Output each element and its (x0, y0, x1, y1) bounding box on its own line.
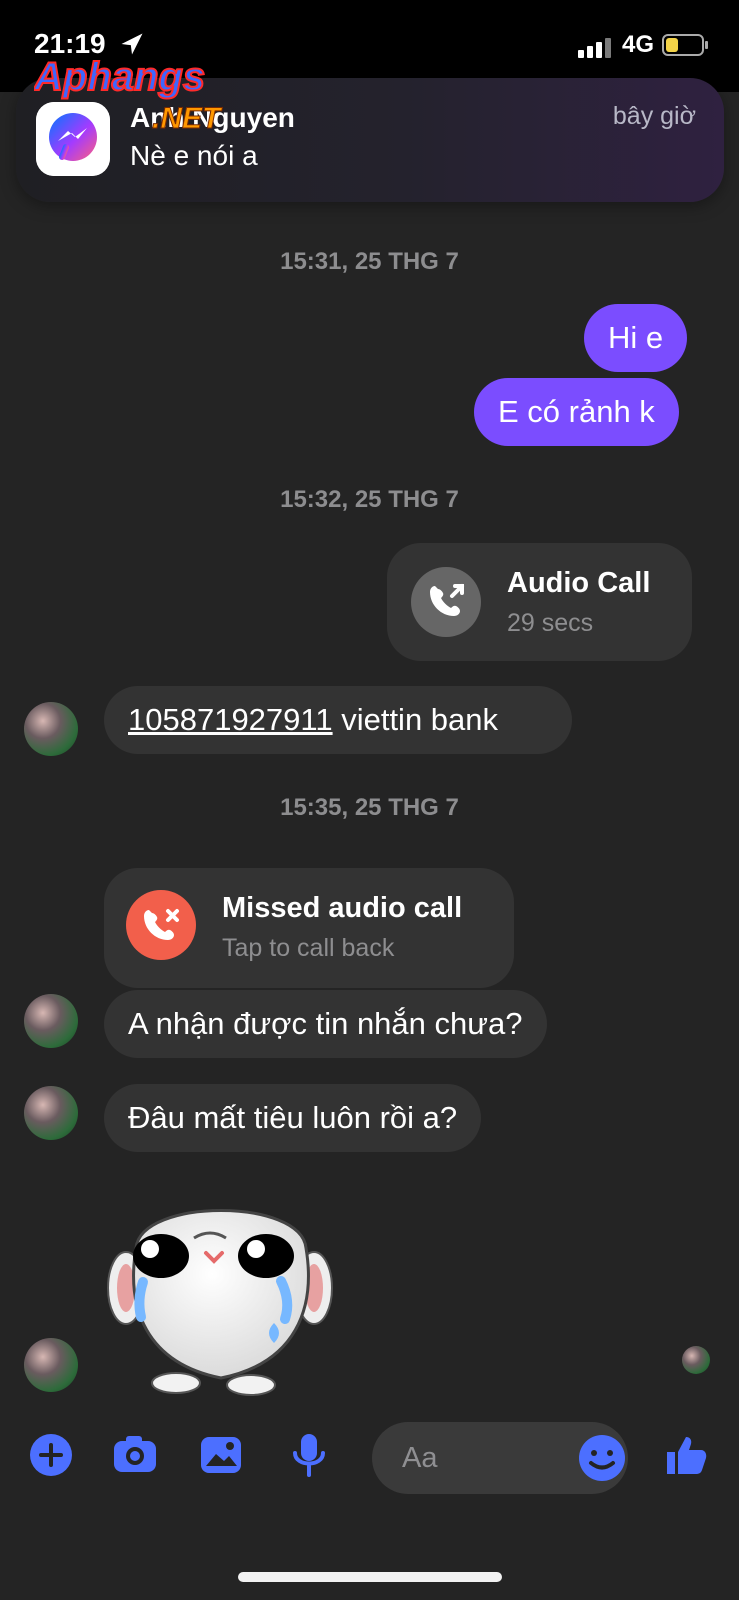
sad-bunny-sticker[interactable] (106, 1178, 336, 1408)
avatar[interactable] (24, 1086, 78, 1140)
avatar[interactable] (24, 1338, 78, 1392)
received-message[interactable]: 105871927911 viettin bank (104, 686, 572, 754)
image-icon[interactable] (198, 1432, 244, 1478)
message-input[interactable]: Aa (372, 1422, 628, 1494)
phone-icon (411, 567, 481, 637)
timestamp-separator: 15:32, 25 THG 7 (280, 486, 459, 513)
watermark-brand-top: Aphangs (34, 55, 205, 99)
bank-message-text: viettin bank (332, 702, 499, 737)
avatar[interactable] (24, 994, 78, 1048)
network-type: 4G (622, 31, 655, 58)
audio-call-duration: 29 secs (507, 609, 594, 637)
watermark-logo: Aphangs .NET (34, 54, 224, 136)
microphone-icon[interactable] (286, 1432, 332, 1478)
received-message[interactable]: A nhận được tin nhắn chưa? (104, 990, 547, 1058)
signal-icon (578, 38, 611, 58)
missed-call-card[interactable]: Missed audio call Tap to call back (104, 868, 514, 988)
missed-call-subtitle: Tap to call back (222, 934, 395, 962)
home-indicator (238, 1572, 502, 1582)
watermark-brand-bottom: .NET (152, 102, 223, 135)
notification-message: Nè e nói a (130, 140, 258, 171)
emoji-icon[interactable] (576, 1432, 628, 1484)
timestamp-separator: 15:31, 25 THG 7 (280, 248, 459, 275)
notification-time: bây giờ (612, 102, 696, 130)
sent-message[interactable]: E có rảnh k (474, 378, 679, 446)
bank-account-link[interactable]: 105871927911 (128, 702, 333, 737)
camera-icon[interactable] (112, 1432, 158, 1478)
battery-icon (662, 34, 708, 56)
missed-call-title: Missed audio call (222, 892, 463, 924)
message-input-placeholder: Aa (402, 1442, 438, 1474)
missed-call-icon (126, 890, 196, 960)
avatar[interactable] (24, 702, 78, 756)
audio-call-card[interactable]: Audio Call 29 secs (387, 543, 692, 661)
seen-avatar (682, 1346, 710, 1374)
sent-message[interactable]: Hi e (584, 304, 688, 372)
plus-circle-icon[interactable] (28, 1432, 74, 1478)
message-composer: Aa (0, 1412, 739, 1512)
timestamp-separator: 15:35, 25 THG 7 (280, 794, 459, 821)
received-message[interactable]: Đâu mất tiêu luôn rồi a? (104, 1084, 482, 1152)
audio-call-title: Audio Call (507, 567, 651, 599)
thumbs-up-icon[interactable] (662, 1432, 708, 1478)
